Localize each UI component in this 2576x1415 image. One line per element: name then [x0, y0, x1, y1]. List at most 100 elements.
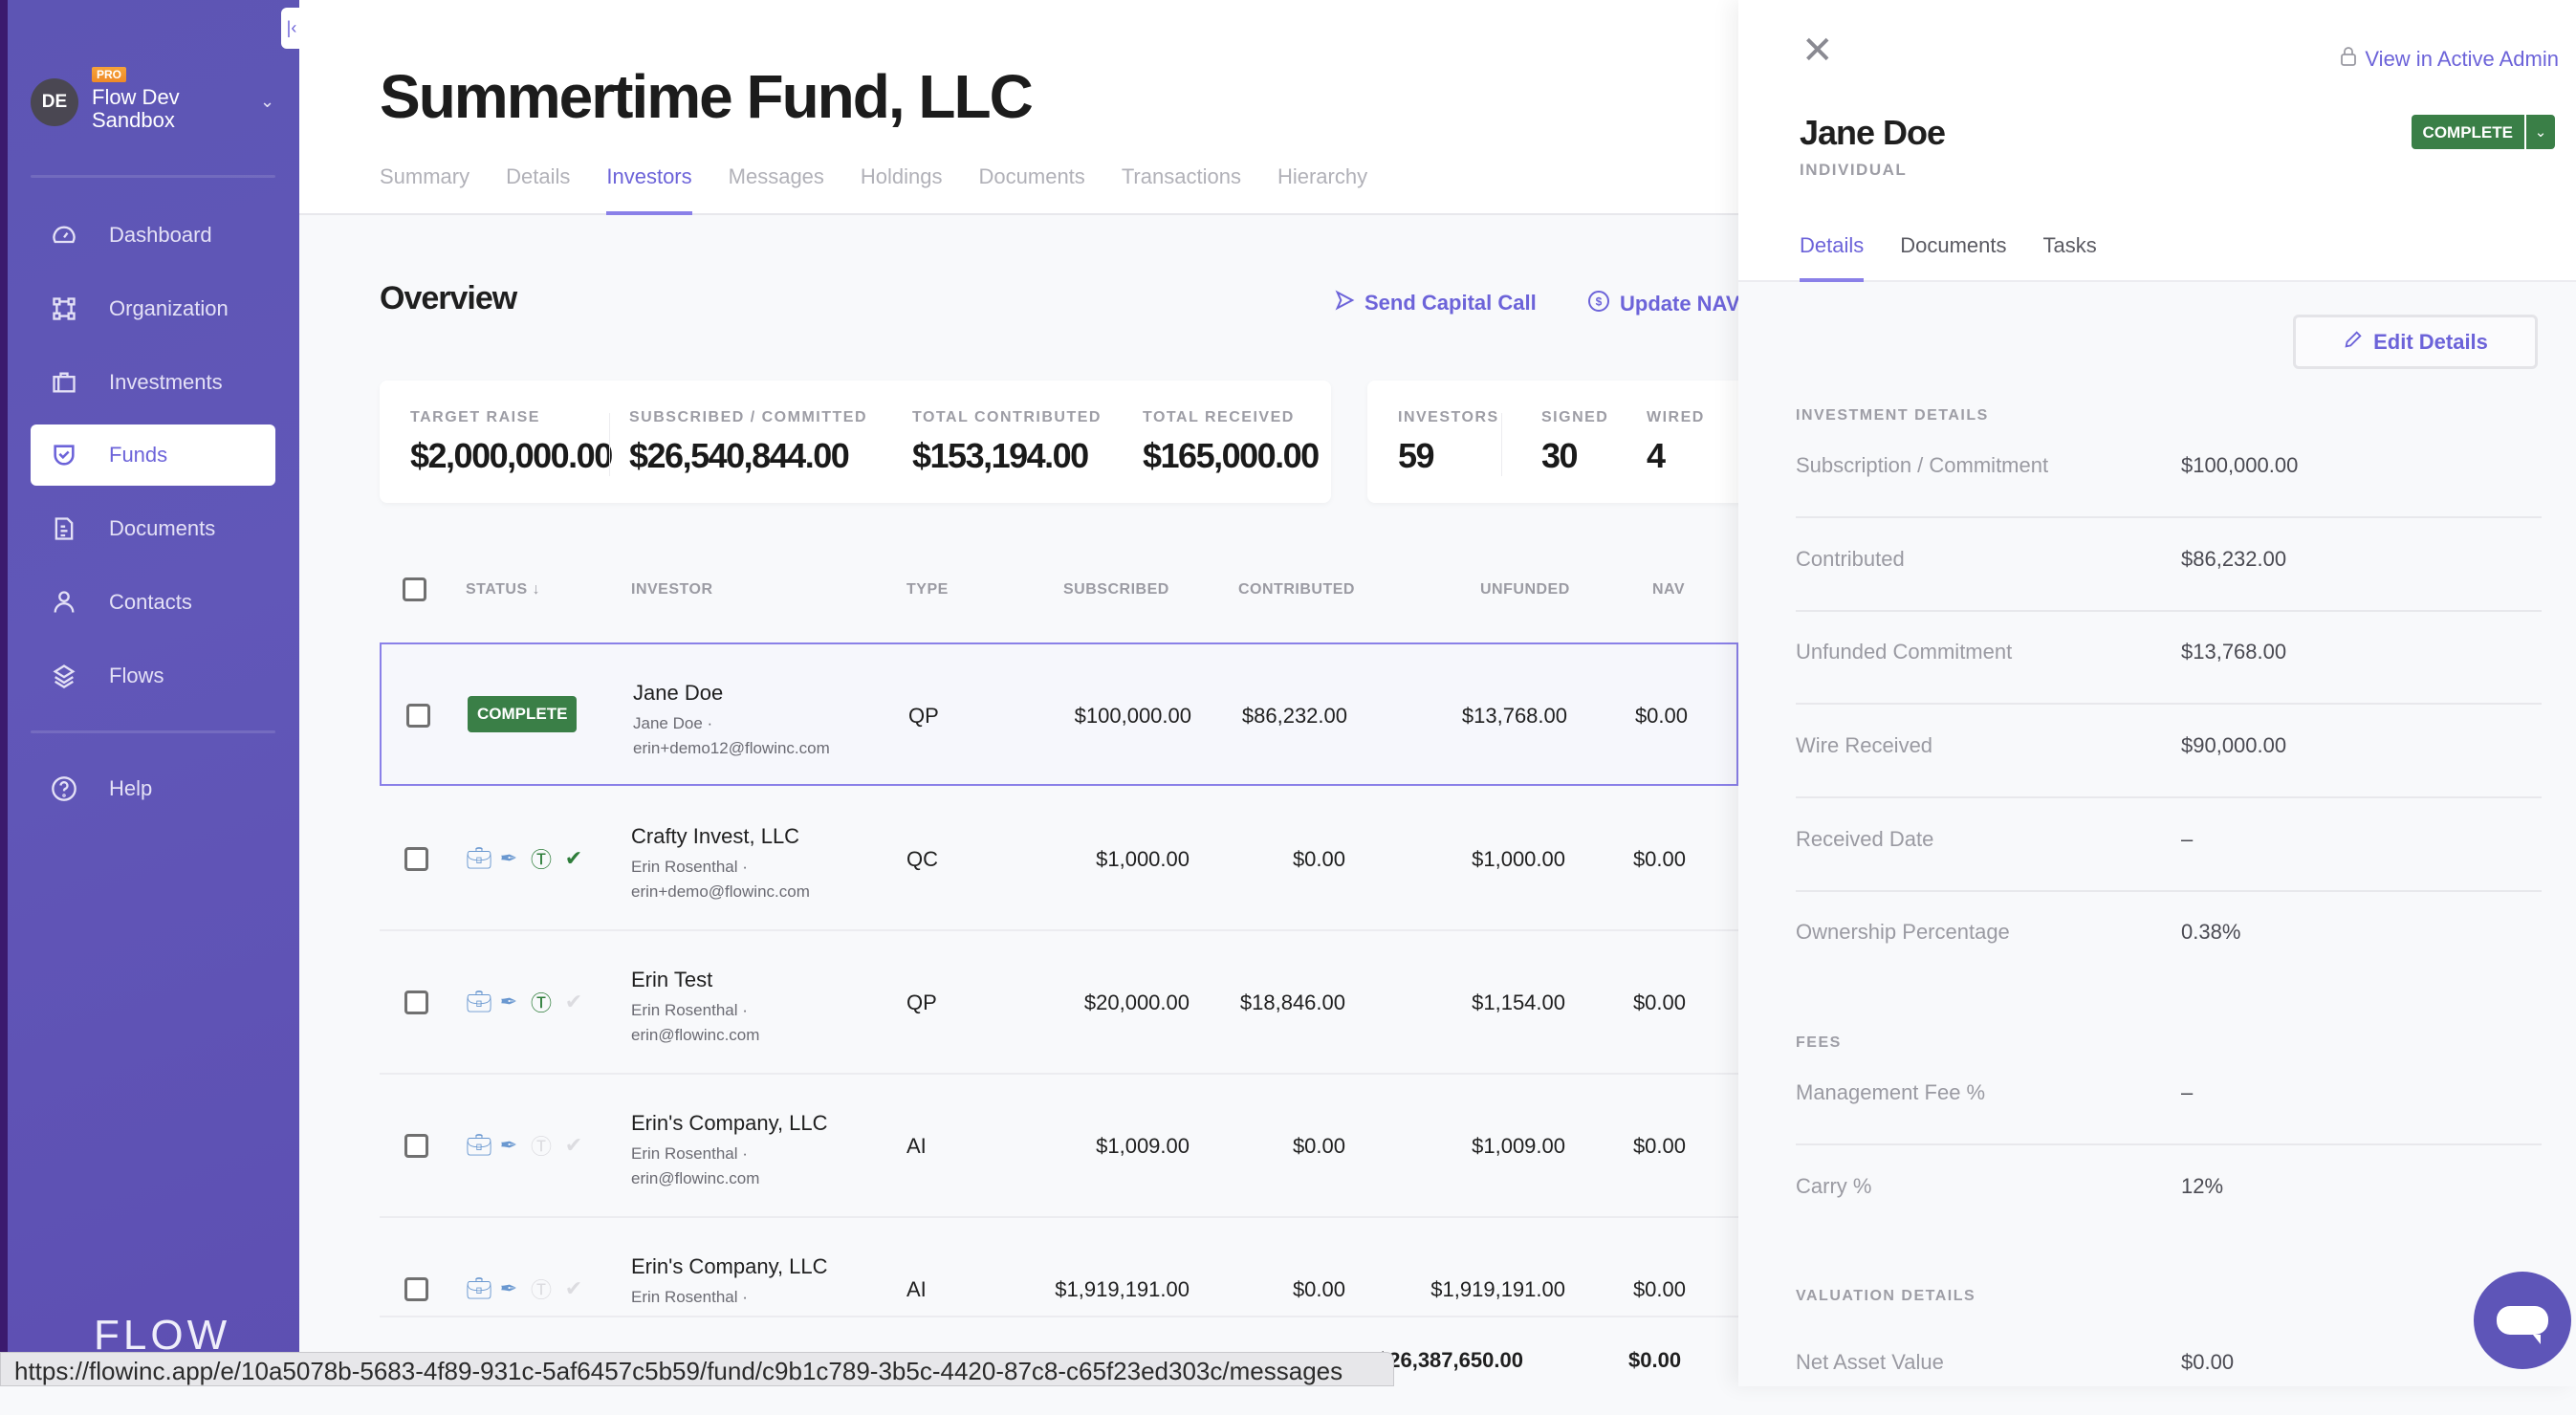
pen-signed-icon: ✒ — [499, 846, 518, 870]
update-navs-button[interactable]: $ Update NAVs — [1587, 290, 1752, 318]
help-circle-icon — [50, 775, 78, 802]
organization-nodes-icon — [50, 295, 78, 322]
type-cell: QP — [906, 990, 937, 1014]
wired-check-icon: ✔ — [564, 846, 583, 870]
briefcase-icon — [50, 369, 78, 396]
detail-row: Unfunded Commitment $13,768.00 — [1796, 611, 2542, 705]
unfunded-cell: $1,154.00 — [1472, 990, 1565, 1014]
section-investment-details: INVESTMENT DETAILS — [1796, 407, 1989, 424]
unfunded-cell: $1,000.00 — [1472, 847, 1565, 871]
update-navs-label: Update NAVs — [1620, 292, 1752, 316]
select-all-checkbox[interactable] — [403, 577, 426, 601]
page-header: Summertime Fund, LLC Summary Details Inv… — [299, 0, 1738, 215]
column-subscribed[interactable]: SUBSCRIBED — [1063, 581, 1169, 599]
edit-details-button[interactable]: Edit Details — [2293, 315, 2538, 369]
sidebar-item-label: Funds — [109, 443, 168, 467]
sidebar-item-funds[interactable]: Funds — [31, 424, 275, 486]
dollar-circle-icon: Ⓣ — [531, 1135, 553, 1159]
table-row[interactable]: 💼︎ ✒ Ⓣ ✔ Crafty Invest, LLC Erin Rosenth… — [380, 788, 1738, 931]
contributed-cell: $18,846.00 — [1239, 990, 1345, 1014]
send-capital-call-label: Send Capital Call — [1364, 291, 1537, 315]
detail-row: Ownership Percentage 0.38% — [1796, 920, 2241, 944]
panel-tab-details[interactable]: Details — [1800, 233, 1865, 282]
sidebar-item-help[interactable]: Help — [31, 758, 275, 819]
subscribed-cell: $1,009.00 — [1096, 1134, 1190, 1158]
chat-bubble-icon — [2497, 1306, 2548, 1344]
dollar-circle-icon: $ — [1587, 290, 1610, 318]
sidebar-item-dashboard[interactable]: Dashboard — [31, 205, 275, 266]
financial-stats-card: TARGET RAISE $2,000,000.00 SUBSCRIBED / … — [380, 381, 1331, 503]
column-type[interactable]: TYPE — [906, 581, 949, 599]
stat-wired: WIRED 4 — [1647, 409, 1705, 475]
unfunded-cell: $13,768.00 — [1461, 704, 1567, 728]
column-status[interactable]: STATUS ↓ — [466, 581, 540, 599]
subscribed-cell: $100,000.00 — [1074, 704, 1191, 728]
document-icon — [50, 515, 78, 542]
detail-row: Received Date – — [1796, 798, 2542, 892]
table-row[interactable]: COMPLETE Jane Doe Jane Doe · erin+demo12@… — [380, 642, 1738, 786]
sidebar-item-documents[interactable]: Documents — [31, 498, 275, 559]
sidebar-item-investments[interactable]: Investments — [31, 352, 275, 413]
dashboard-gauge-icon — [50, 222, 78, 249]
account-switcher[interactable]: DE PRO Flow Dev Sandbox ⌄ — [31, 63, 289, 149]
tab-documents[interactable]: Documents — [979, 164, 1085, 215]
view-in-active-admin-link[interactable]: View in Active Admin — [2340, 46, 2559, 73]
nav-cell: $0.00 — [1632, 1277, 1686, 1301]
sidebar-item-organization[interactable]: Organization — [31, 278, 275, 339]
table-row[interactable]: 💼︎ ✒ Ⓣ ✔ Erin's Company, LLC Erin Rosent… — [380, 1218, 1738, 1317]
investor-cell: Erin's Company, LLC Erin Rosenthal ·erin… — [631, 1111, 828, 1187]
detail-row: Management Fee % – — [1796, 1052, 2542, 1145]
send-capital-call-button[interactable]: Send Capital Call — [1334, 290, 1537, 316]
sidebar-item-label: Contacts — [109, 590, 192, 614]
chevron-down-icon[interactable]: ⌄ — [2526, 115, 2555, 149]
person-icon — [50, 589, 78, 616]
tab-investors[interactable]: Investors — [606, 164, 692, 215]
panel-tab-documents[interactable]: Documents — [1900, 233, 2006, 282]
row-checkbox[interactable] — [404, 990, 428, 1014]
panel-tabs: Details Documents Tasks — [1800, 233, 2097, 282]
table-header: STATUS ↓ INVESTOR TYPE SUBSCRIBED CONTRI… — [380, 564, 1738, 612]
sidebar-item-label: Organization — [109, 296, 229, 320]
chevron-down-icon[interactable]: ⌄ — [260, 92, 274, 112]
status-icons: 💼︎ ✒ Ⓣ ✔ — [466, 843, 584, 874]
status-icons: 💼︎ ✒ Ⓣ ✔ — [466, 1130, 584, 1161]
sidebar-item-label: Flows — [109, 664, 164, 687]
sidebar-item-label: Help — [109, 776, 153, 800]
column-nav[interactable]: NAV — [1652, 581, 1685, 599]
tab-details[interactable]: Details — [506, 164, 570, 215]
status-label[interactable]: COMPLETE — [2411, 115, 2524, 149]
column-investor[interactable]: INVESTOR — [631, 581, 713, 599]
sidebar-divider — [31, 730, 275, 733]
row-checkbox[interactable] — [406, 704, 430, 728]
total-unfunded: $26,387,650.00 — [1377, 1348, 1523, 1372]
tab-holdings[interactable]: Holdings — [861, 164, 943, 215]
row-checkbox[interactable] — [404, 1277, 428, 1301]
tab-summary[interactable]: Summary — [380, 164, 469, 215]
tab-transactions[interactable]: Transactions — [1122, 164, 1241, 215]
stat-subscribed: SUBSCRIBED / COMMITTED $26,540,844.00 — [629, 409, 867, 475]
investor-cell: Erin Test Erin Rosenthal · erin@flowinc.c… — [631, 968, 760, 1044]
investor-detail-panel: ✕ View in Active Admin Jane Doe INDIVIDU… — [1738, 0, 2576, 1386]
briefcase-icon: 💼︎ — [466, 1276, 492, 1300]
panel-tab-tasks[interactable]: Tasks — [2043, 233, 2097, 282]
stat-target-raise: TARGET RAISE $2,000,000.00 — [410, 409, 613, 475]
chat-launcher-button[interactable] — [2474, 1272, 2571, 1369]
row-checkbox[interactable] — [404, 1134, 428, 1158]
column-contributed[interactable]: CONTRIBUTED — [1238, 581, 1355, 599]
layers-icon — [50, 663, 78, 689]
dollar-circle-icon: Ⓣ — [531, 991, 553, 1015]
sidebar-item-flows[interactable]: Flows — [31, 645, 275, 707]
close-icon[interactable]: ✕ — [1801, 29, 1834, 73]
row-checkbox[interactable] — [404, 847, 428, 871]
tab-messages[interactable]: Messages — [729, 164, 824, 215]
column-unfunded[interactable]: UNFUNDED — [1480, 581, 1570, 599]
pencil-icon — [2343, 329, 2364, 356]
briefcase-icon: 💼︎ — [466, 990, 492, 1013]
table-row[interactable]: 💼︎ ✒ Ⓣ ✔ Erin's Company, LLC Erin Rosent… — [380, 1075, 1738, 1218]
dollar-circle-icon: Ⓣ — [531, 848, 553, 872]
table-row[interactable]: 💼︎ ✒ Ⓣ ✔ Erin Test Erin Rosenthal · erin@… — [380, 931, 1738, 1075]
status-dropdown[interactable]: COMPLETE ⌄ — [2411, 115, 2555, 149]
tab-hierarchy[interactable]: Hierarchy — [1277, 164, 1367, 215]
status-bar-url: https://flowinc.app/e/10a5078b-5683-4f89… — [0, 1352, 1394, 1386]
sidebar-item-contacts[interactable]: Contacts — [31, 572, 275, 633]
